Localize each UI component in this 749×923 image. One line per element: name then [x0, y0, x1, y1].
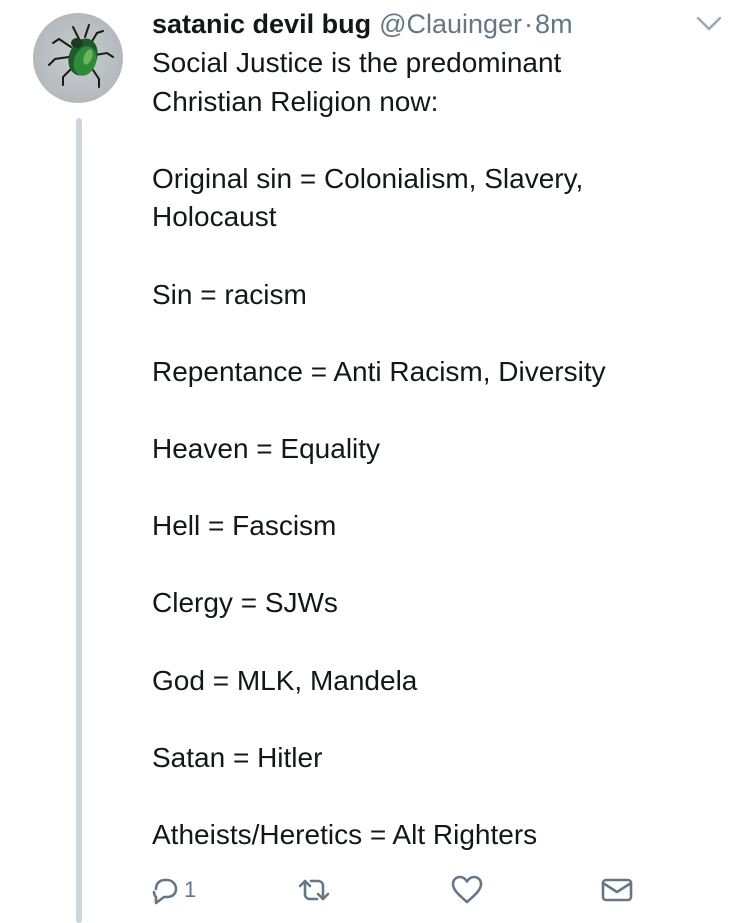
direct-message-button[interactable]	[600, 870, 634, 910]
display-name[interactable]: satanic devil bug	[152, 9, 371, 39]
tweet-text-line: Hell = Fascism	[152, 510, 337, 542]
chevron-down-icon[interactable]	[694, 12, 724, 36]
reply-button[interactable]: 1	[150, 870, 196, 910]
tweet-text-line: Atheists/Heretics = Alt Righters	[152, 818, 538, 850]
reply-icon	[152, 878, 178, 905]
like-button[interactable]	[450, 870, 484, 910]
tweet-actions: 1	[150, 870, 640, 910]
tweet-text-line: God = MLK, Mandela	[152, 664, 418, 696]
beetle-avatar-image	[48, 24, 114, 88]
user-handle[interactable]: @Clauinger	[379, 9, 522, 39]
tweet-text-line: Holocaust	[152, 201, 277, 233]
tweet-text: Social Justice is the predominant Christi…	[152, 44, 732, 854]
tweet-text-line: Sin = racism	[152, 278, 307, 310]
avatar[interactable]	[33, 13, 123, 103]
retweet-icon	[298, 879, 330, 901]
timestamp[interactable]: 8m	[535, 9, 573, 39]
tweet-text-line: Heaven = Equality	[152, 432, 381, 464]
envelope-icon	[601, 878, 633, 902]
reply-count: 1	[184, 877, 197, 902]
tweet-text-line: Christian Religion now:	[152, 85, 439, 117]
tweet-text-line: Satan = Hitler	[152, 741, 323, 773]
tweet-text-line: Social Justice is the predominant	[152, 47, 562, 78]
thread-line	[76, 118, 82, 923]
separator-dot: ·	[524, 9, 534, 39]
tweet-text-line: Clergy = SJWs	[152, 587, 338, 619]
tweet-text-line: Original sin = Colonialism, Slavery,	[152, 162, 584, 194]
heart-icon	[451, 875, 483, 904]
tweet-header: satanic devil bug @Clauinger·8m	[152, 6, 573, 42]
retweet-button[interactable]	[296, 870, 332, 910]
tweet-text-line: Repentance = Anti Racism, Diversity	[152, 355, 606, 387]
